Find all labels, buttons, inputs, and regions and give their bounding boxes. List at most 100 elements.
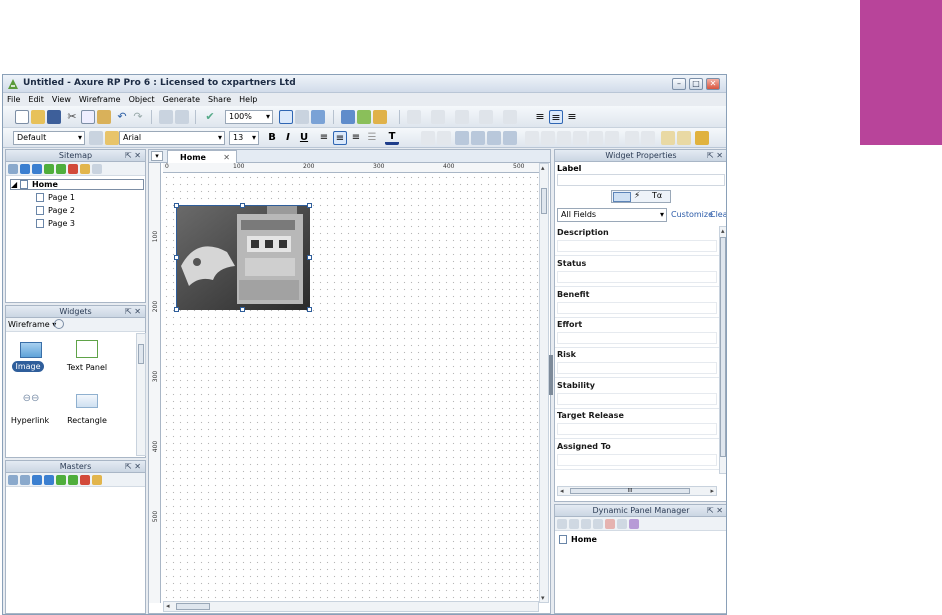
canvas-horizontal-scrollbar[interactable]: ◂ — [163, 601, 539, 612]
bold-button[interactable]: B — [265, 131, 279, 145]
master-properties-icon[interactable] — [92, 475, 102, 485]
menu-file[interactable]: File — [3, 93, 24, 106]
widget-text-panel[interactable]: Text Panel — [62, 363, 112, 372]
dynamic-panel-home[interactable]: Home — [559, 535, 597, 544]
delete-state-icon[interactable] — [605, 519, 615, 529]
underline-button[interactable]: U — [297, 131, 311, 145]
clear-link[interactable]: Clear — [710, 210, 726, 219]
select-mode-icon[interactable] — [279, 110, 293, 124]
text-color-button[interactable]: T — [385, 131, 399, 145]
group-icon[interactable] — [421, 131, 435, 145]
menu-view[interactable]: View — [48, 93, 75, 106]
search-icon[interactable] — [54, 319, 64, 329]
pane-controls[interactable]: ⇱ ✕ — [707, 150, 723, 161]
edit-state-icon[interactable] — [617, 519, 627, 529]
menu-generate[interactable]: Generate — [159, 93, 204, 106]
align-objects-middle-icon[interactable] — [589, 131, 603, 145]
add-folder-icon[interactable] — [20, 475, 30, 485]
resize-handle[interactable] — [174, 307, 179, 312]
align-objects-center-icon[interactable] — [541, 131, 555, 145]
resize-handle[interactable] — [240, 203, 245, 208]
lock-icon[interactable] — [695, 131, 709, 145]
fill-color-icon[interactable] — [407, 110, 421, 124]
sitemap-home[interactable]: ◢ Home — [10, 179, 144, 190]
align-middle-icon[interactable]: ≡ — [549, 110, 563, 124]
save-icon[interactable] — [47, 110, 61, 124]
generate-prototype-icon[interactable] — [357, 110, 371, 124]
arrow-style-icon[interactable] — [503, 110, 517, 124]
scroll-right-icon[interactable]: ▸ — [710, 487, 714, 495]
align-objects-icon[interactable] — [525, 131, 539, 145]
widget-rectangle[interactable]: Rectangle — [62, 416, 112, 425]
scroll-left-icon[interactable]: ◂ — [560, 487, 564, 495]
align-right-icon[interactable]: ≡ — [349, 131, 363, 145]
scroll-thumb[interactable] — [176, 603, 210, 610]
sitemap-page-3[interactable]: Page 3 — [36, 219, 75, 228]
duplicate-state-icon[interactable] — [569, 519, 579, 529]
image-widget-icon[interactable] — [20, 342, 42, 358]
bullets-icon[interactable]: ☰ — [365, 131, 379, 145]
resize-handle[interactable] — [307, 203, 312, 208]
font-size-dropdown[interactable]: 13 ▾ — [229, 131, 259, 145]
cut-icon[interactable]: ✂ — [65, 110, 79, 124]
align-center-icon[interactable]: ≡ — [333, 131, 347, 145]
align-bottom-icon[interactable]: ≡ — [565, 110, 579, 124]
search-icon[interactable] — [92, 164, 102, 174]
resize-handle[interactable] — [174, 255, 179, 260]
menu-edit[interactable]: Edit — [24, 93, 48, 106]
bring-to-front-icon[interactable] — [661, 131, 675, 145]
format-painter-icon[interactable] — [159, 110, 173, 124]
menu-share[interactable]: Share — [204, 93, 235, 106]
move-down-icon[interactable] — [593, 519, 603, 529]
move-up-icon[interactable] — [32, 475, 42, 485]
assigned-to-input[interactable] — [557, 454, 717, 466]
edit-style-icon[interactable] — [89, 131, 103, 145]
add-state-icon[interactable] — [557, 519, 567, 529]
stability-input[interactable] — [557, 393, 717, 405]
line-color-icon[interactable] — [431, 110, 445, 124]
send-to-back-icon[interactable] — [677, 131, 691, 145]
close-window-button[interactable]: ✕ — [706, 78, 720, 90]
add-master-icon[interactable] — [8, 475, 18, 485]
menu-object[interactable]: Object — [125, 93, 159, 106]
align-left-icon[interactable]: ≡ — [317, 131, 331, 145]
bring-front-icon[interactable] — [455, 131, 469, 145]
scroll-thumb[interactable]: III — [570, 488, 690, 494]
scroll-thumb[interactable] — [720, 237, 726, 457]
menu-help[interactable]: Help — [235, 93, 261, 106]
scroll-left-icon[interactable]: ◂ — [166, 602, 170, 610]
new-file-icon[interactable] — [15, 110, 29, 124]
hyperlink-widget-icon[interactable]: ⊖⊖ — [20, 394, 42, 404]
align-objects-top-icon[interactable] — [573, 131, 587, 145]
align-objects-bottom-icon[interactable] — [605, 131, 619, 145]
paint-style-icon[interactable] — [105, 131, 119, 145]
font-dropdown[interactable]: Arial ▾ — [119, 131, 225, 145]
scroll-thumb[interactable] — [138, 344, 144, 364]
add-page-icon[interactable] — [8, 164, 18, 174]
risk-input[interactable] — [557, 362, 717, 374]
splitter-grip[interactable] — [549, 355, 553, 395]
align-top-icon[interactable]: ≡ — [533, 110, 547, 124]
scroll-up-icon[interactable]: ▴ — [721, 227, 725, 235]
move-down-icon[interactable] — [44, 475, 54, 485]
indent-icon[interactable] — [56, 475, 66, 485]
delete-master-icon[interactable] — [80, 475, 90, 485]
minimize-button[interactable]: – — [672, 78, 686, 90]
resize-handle[interactable] — [307, 255, 312, 260]
widgets-scrollbar[interactable] — [136, 333, 146, 456]
widget-hyperlink[interactable]: Hyperlink — [10, 416, 50, 425]
ungroup-icon[interactable] — [437, 131, 451, 145]
outdent-icon[interactable] — [56, 164, 66, 174]
zoom-dropdown[interactable]: 100% ▾ — [225, 110, 273, 124]
italic-button[interactable]: I — [281, 131, 295, 145]
properties-horizontal-scrollbar[interactable]: ◂ III ▸ — [557, 486, 717, 496]
canvas-vertical-scrollbar[interactable]: ▴ ▾ — [539, 163, 549, 603]
widget-image[interactable]: Image — [10, 361, 46, 372]
distribute-h-icon[interactable] — [625, 131, 639, 145]
scroll-thumb[interactable] — [541, 188, 547, 214]
pane-controls[interactable]: ⇱ ✕ — [707, 505, 723, 516]
align-objects-right-icon[interactable] — [557, 131, 571, 145]
style-dropdown[interactable]: Default ▾ — [13, 131, 85, 145]
line-style-icon[interactable] — [479, 110, 493, 124]
preview-icon[interactable] — [341, 110, 355, 124]
